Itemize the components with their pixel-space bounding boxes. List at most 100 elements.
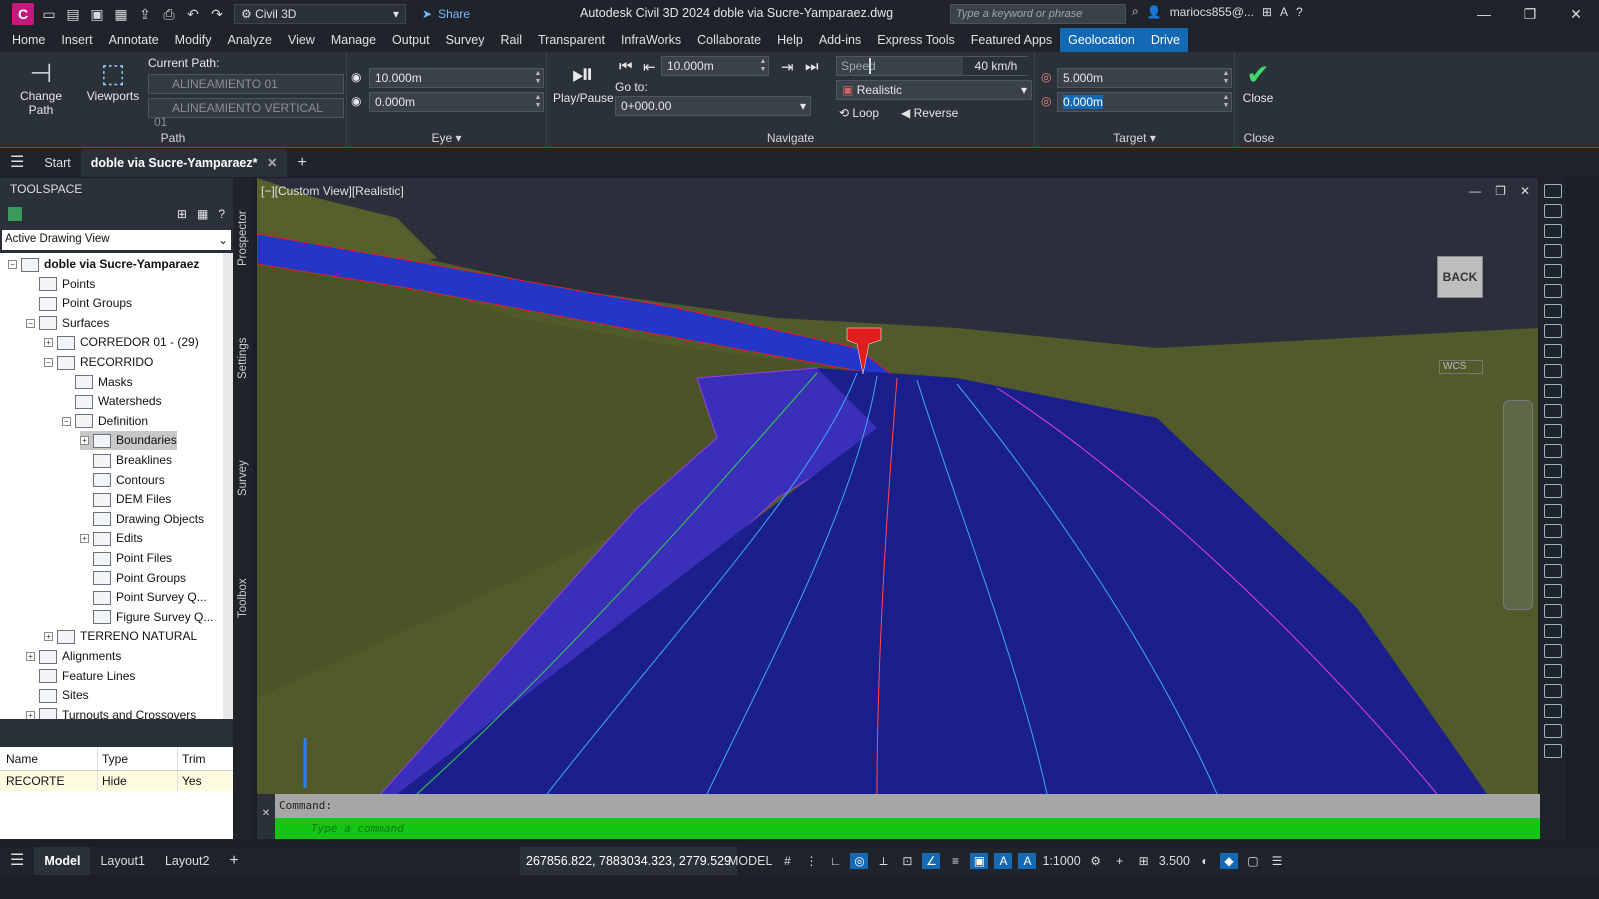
expand-toggle-icon[interactable]: + <box>44 632 53 642</box>
close-window-icon[interactable]: ✕ <box>1553 0 1599 28</box>
tool-palette-icon[interactable] <box>1544 504 1562 518</box>
tool-palette-icon[interactable] <box>1544 284 1562 298</box>
tree-item[interactable]: + TERRENO NATURAL <box>44 627 197 646</box>
tree-item[interactable]: Masks <box>62 373 133 392</box>
command-input[interactable]: Type a command <box>275 818 1540 839</box>
snap-icon[interactable]: ⋮ <box>802 853 820 869</box>
expand-toggle-icon[interactable]: + <box>80 436 89 446</box>
tab-layout2[interactable]: Layout2 <box>155 847 219 875</box>
close-drive-button[interactable]: ✔ Close <box>1235 58 1281 105</box>
tree-item[interactable]: Sites <box>26 686 89 705</box>
hardware-accel-icon[interactable]: ◆ <box>1219 853 1238 869</box>
tree-item[interactable]: Point Files <box>80 549 172 568</box>
vtab-prospector[interactable]: Prospector <box>233 188 253 288</box>
tool-palette-icon[interactable] <box>1544 424 1562 438</box>
tree-item[interactable]: + Alignments <box>26 647 121 666</box>
menu-analyze[interactable]: Analyze <box>219 28 279 52</box>
tool-palette-icon[interactable] <box>1544 444 1562 458</box>
tree-item[interactable]: Drawing Objects <box>80 510 204 529</box>
tool-palette-icon[interactable] <box>1544 404 1562 418</box>
add-layout-icon[interactable]: + <box>219 847 248 875</box>
open-folder-icon[interactable]: ▤ <box>62 3 84 25</box>
tree-item[interactable]: Point Survey Q... <box>80 588 207 607</box>
layout-menu-icon[interactable]: ☰ <box>0 847 34 875</box>
vp-close-icon[interactable]: ✕ <box>1520 184 1530 198</box>
menu-add-ins[interactable]: Add-ins <box>811 28 869 52</box>
menu-express-tools[interactable]: Express Tools <box>869 28 963 52</box>
toolspace-toggle-icon[interactable]: ⊞ <box>177 207 187 221</box>
menu-featured-apps[interactable]: Featured Apps <box>963 28 1060 52</box>
search-input[interactable]: Type a keyword or phrase <box>950 4 1126 24</box>
tree-item[interactable]: Feature Lines <box>26 667 135 686</box>
toolspace-help-icon[interactable]: ? <box>218 207 225 221</box>
isolate-icon[interactable]: ◐ <box>1196 853 1214 869</box>
menu-survey[interactable]: Survey <box>438 28 493 52</box>
navigation-bar[interactable] <box>1503 400 1533 610</box>
help-icon[interactable]: ? <box>1296 5 1303 19</box>
undo-icon[interactable]: ↶ <box>182 3 204 25</box>
visual-style-dropdown[interactable]: ▣ Realistic ▾ <box>836 80 1032 100</box>
minimize-icon[interactable]: — <box>1461 0 1507 28</box>
tool-palette-icon[interactable] <box>1544 384 1562 398</box>
tool-palette-icon[interactable] <box>1544 744 1562 758</box>
close-tab-icon[interactable]: ✕ <box>267 156 277 170</box>
menu-annotate[interactable]: Annotate <box>101 28 167 52</box>
vtab-survey[interactable]: Survey <box>233 428 253 528</box>
eye-height-field[interactable]: 0.000m ▲ ▼ <box>369 92 544 112</box>
expand-toggle-icon[interactable]: − <box>62 416 71 426</box>
app-menu-icon[interactable]: ☰ <box>0 149 34 177</box>
tree-item[interactable]: Point Groups <box>80 569 186 588</box>
tool-palette-icon[interactable] <box>1544 644 1562 658</box>
menu-output[interactable]: Output <box>384 28 438 52</box>
ortho-icon[interactable]: ∟ <box>826 853 844 869</box>
menu-help[interactable]: Help <box>769 28 811 52</box>
new-file-icon[interactable]: ▭ <box>38 3 60 25</box>
annotation-visibility-icon[interactable]: A <box>994 853 1013 869</box>
tool-palette-icon[interactable] <box>1544 624 1562 638</box>
plot-icon[interactable]: ⎙ <box>158 3 180 25</box>
vp-restore-icon[interactable]: ❐ <box>1495 184 1506 198</box>
expand-toggle-icon[interactable]: − <box>26 318 35 328</box>
export-icon[interactable]: ⇪ <box>134 3 156 25</box>
tree-item[interactable]: Watersheds <box>62 392 162 411</box>
tool-palette-icon[interactable] <box>1544 364 1562 378</box>
tool-palette-icon[interactable] <box>1544 184 1562 198</box>
toolspace-table-icon[interactable]: ▦ <box>197 207 208 221</box>
tool-palette-icon[interactable] <box>1544 544 1562 558</box>
expand-toggle-icon[interactable]: − <box>44 358 53 367</box>
tool-palette-icon[interactable] <box>1544 464 1562 478</box>
change-path-button[interactable]: ⊣ Change Path <box>6 58 76 117</box>
menu-collaborate[interactable]: Collaborate <box>689 28 769 52</box>
menu-rail[interactable]: Rail <box>492 28 530 52</box>
tree-item[interactable]: DEM Files <box>80 490 171 509</box>
otrack-icon[interactable]: ∠ <box>922 853 941 869</box>
tree-item[interactable]: − RECORRIDO <box>44 353 153 372</box>
isodraft-icon[interactable]: ⟂ <box>874 853 892 869</box>
drawing-viewport[interactable]: [−][Custom View][Realistic] — ❐ ✕ BACK WCS <box>257 178 1538 794</box>
speed-slider[interactable]: Speed 40 km/h <box>836 56 1029 76</box>
tab-document[interactable]: doble via Sucre-Yamparaez* ✕ <box>80 149 288 177</box>
target-distance-field[interactable]: 5.000m ▲ ▼ <box>1057 68 1232 88</box>
grid-row[interactable]: RECORTE Hide Yes <box>0 771 233 791</box>
tool-palette-icon[interactable] <box>1544 524 1562 538</box>
menu-geolocation[interactable]: Geolocation <box>1060 28 1143 52</box>
viewport-label[interactable]: [−][Custom View][Realistic] <box>261 184 404 198</box>
search-icon[interactable]: ⌕ <box>1132 4 1139 19</box>
tool-palette-icon[interactable] <box>1544 324 1562 338</box>
annotation-value[interactable]: 3.500 <box>1159 854 1190 868</box>
tree-item[interactable]: + Turnouts and Crossovers <box>26 706 196 719</box>
viewcube[interactable]: BACK <box>1437 256 1483 298</box>
tree-item[interactable]: Contours <box>80 471 165 490</box>
save-as-icon[interactable]: ▦ <box>110 3 132 25</box>
tool-palette-icon[interactable] <box>1544 204 1562 218</box>
tool-palette-icon[interactable] <box>1544 704 1562 718</box>
grid-header[interactable]: Trim <box>178 747 233 770</box>
tree-item[interactable]: Points <box>26 275 95 294</box>
skip-start-icon[interactable]: ⏮ <box>619 58 633 75</box>
tab-layout1[interactable]: Layout1 <box>90 847 154 875</box>
cmd-close-icon[interactable]: ✕ <box>257 808 275 819</box>
vtab-settings[interactable]: Settings <box>233 308 253 408</box>
new-tab-icon[interactable]: + <box>287 149 316 177</box>
eye-distance-field[interactable]: 10.000m ▲ ▼ <box>369 68 544 88</box>
tree-scrollbar[interactable] <box>223 253 233 719</box>
